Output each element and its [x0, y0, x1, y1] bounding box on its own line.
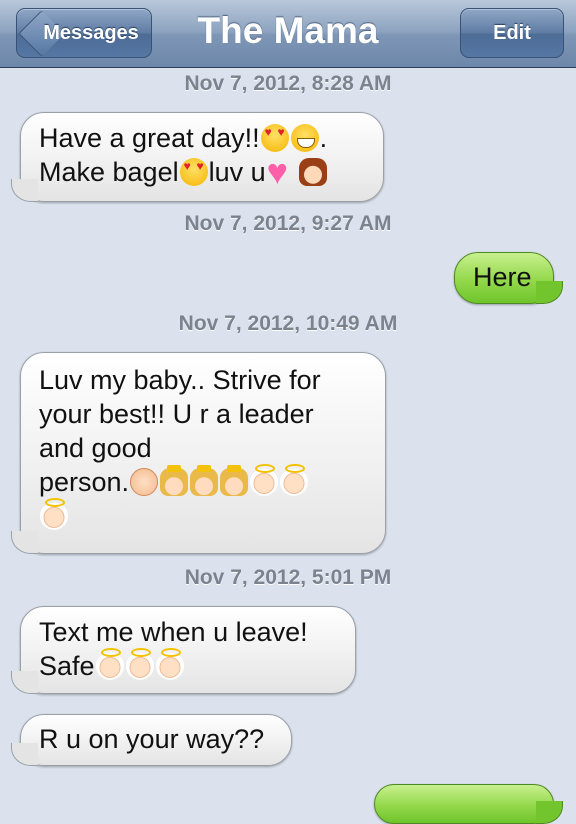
received-message-bubble[interactable]: Text me when u leave! Safe	[11, 606, 356, 694]
message-line: person.	[39, 464, 371, 499]
message-line: Make bagel luv u	[39, 152, 369, 192]
received-message-bubble[interactable]: Have a great day!!. Make bagel luv u	[11, 112, 384, 202]
navigation-bar: Messages The Mama Edit	[0, 0, 576, 68]
baby-angel-emoji-icon	[155, 648, 184, 680]
baby-angel-emoji-icon	[95, 648, 124, 680]
princess-emoji-icon	[190, 465, 219, 496]
received-message-bubble[interactable]: R u on your way??	[11, 714, 292, 766]
sent-message-bubble-partial[interactable]	[374, 784, 563, 824]
growing-heart-emoji-icon	[267, 152, 297, 192]
timestamp: Nov 7, 2012, 9:27 AM	[184, 212, 392, 235]
timestamp: Nov 7, 2012, 8:28 AM	[184, 72, 392, 95]
princess-emoji-icon	[160, 465, 189, 496]
princess-emoji-icon	[220, 465, 249, 496]
message-text: person.	[39, 467, 130, 497]
message-text: Safe	[39, 651, 95, 681]
heart-eyes-emoji-icon	[179, 158, 208, 186]
baby-angel-emoji-icon	[40, 498, 68, 530]
message-text: Text me when u leave!	[39, 617, 308, 647]
message-text: luv u	[208, 157, 266, 187]
message-text: R u on your way??	[39, 724, 265, 754]
message-text: Have a great day!!	[39, 123, 260, 153]
message-text: Luv my baby.. Strive for	[39, 365, 321, 395]
baby-angel-emoji-icon	[125, 648, 154, 680]
message-text: your best!! U r a leader	[39, 399, 314, 429]
message-text: and good	[39, 433, 152, 463]
heart-eyes-emoji-icon	[260, 124, 289, 152]
edit-button[interactable]: Edit	[460, 8, 564, 58]
timestamp: Nov 7, 2012, 5:01 PM	[184, 566, 392, 589]
timestamp: Nov 7, 2012, 10:49 AM	[178, 312, 398, 335]
sent-message-bubble[interactable]: Here	[454, 252, 563, 304]
message-text: .	[319, 123, 328, 153]
girl-emoji-icon	[298, 158, 327, 186]
message-line: Safe	[39, 648, 341, 683]
message-text: Make bagel	[39, 157, 179, 187]
message-text: Here	[473, 262, 532, 292]
baby-angel-emoji-icon	[250, 464, 279, 496]
grinning-face-emoji-icon	[290, 124, 319, 152]
received-message-bubble[interactable]: Luv my baby.. Strive for your best!! U r…	[11, 352, 386, 554]
message-line	[39, 498, 371, 533]
message-line: Have a great day!!.	[39, 121, 369, 155]
baby-emoji-icon	[130, 468, 159, 496]
baby-angel-emoji-icon	[280, 464, 309, 496]
